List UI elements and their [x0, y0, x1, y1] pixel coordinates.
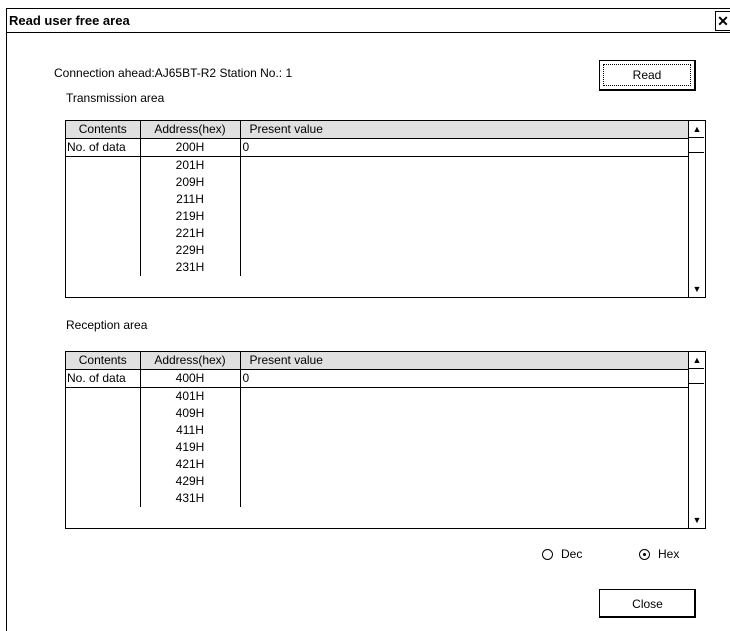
table-row[interactable]: 429H	[66, 473, 690, 490]
cell-address: 401H	[140, 387, 241, 405]
cell-contents	[66, 490, 141, 507]
cell-address: 429H	[140, 473, 241, 490]
cell-present-value[interactable]	[240, 157, 690, 175]
cell-address: 219H	[140, 208, 241, 225]
cell-contents	[66, 191, 141, 208]
cell-present-value[interactable]	[240, 259, 690, 276]
cell-present-value[interactable]	[240, 208, 690, 225]
cell-contents	[66, 259, 141, 276]
table-row[interactable]: 221H	[66, 225, 690, 242]
cell-address: 411H	[140, 422, 241, 439]
table-row[interactable]: 401H	[66, 387, 690, 406]
cell-contents	[66, 405, 141, 422]
cell-contents	[66, 422, 141, 439]
cell-address: 201H	[140, 156, 241, 174]
cell-address: 229H	[140, 242, 241, 259]
radio-hex-icon[interactable]	[639, 548, 650, 560]
table-row[interactable]: 229H	[66, 242, 690, 259]
reception-scrollbar[interactable]: ▲ ▼	[688, 352, 705, 528]
column-header-present-value: Present value	[240, 121, 690, 139]
transmission-scrollbar[interactable]: ▲ ▼	[688, 121, 705, 297]
cell-address: 221H	[140, 225, 241, 242]
column-header-address: Address(hex)	[140, 121, 241, 139]
table-row[interactable]: 419H	[66, 439, 690, 456]
title-bar: Read user free area ✕	[7, 9, 730, 33]
read-button[interactable]: Read	[599, 60, 696, 91]
cell-present-value[interactable]	[240, 422, 690, 439]
scroll-up-icon[interactable]: ▲	[689, 121, 705, 137]
reception-area-label: Reception area	[66, 318, 148, 332]
radio-dec-icon[interactable]	[542, 548, 553, 560]
transmission-grid[interactable]: Contents Address(hex) Present value No. …	[65, 120, 706, 298]
close-button-label: Close	[632, 596, 663, 611]
cell-contents	[66, 242, 141, 259]
cell-contents	[66, 456, 141, 473]
cell-present-value[interactable]	[240, 405, 690, 422]
transmission-area-label: Transmission area	[66, 91, 165, 105]
cell-address: 200H	[140, 138, 241, 157]
close-button[interactable]: Close	[599, 589, 696, 618]
scroll-thumb[interactable]	[689, 368, 704, 384]
cell-address: 409H	[140, 405, 241, 422]
table-row[interactable]: 431H	[66, 490, 690, 507]
scroll-down-icon[interactable]: ▼	[689, 281, 705, 297]
cell-present-value[interactable]	[240, 456, 690, 473]
cell-present-value[interactable]	[240, 473, 690, 490]
cell-present-value[interactable]	[240, 439, 690, 456]
cell-contents	[66, 439, 141, 456]
cell-present-value[interactable]	[240, 225, 690, 242]
table-row[interactable]: 231H	[66, 259, 690, 276]
cell-contents	[66, 473, 141, 490]
table-row[interactable]: No. of data 400H 0	[66, 369, 690, 388]
cell-address: 231H	[140, 259, 241, 276]
cell-address: 431H	[140, 490, 241, 507]
cell-present-value[interactable]	[240, 191, 690, 208]
connection-label: Connection ahead:AJ65BT-R2 Station No.: …	[54, 66, 293, 80]
radio-dec[interactable]: Dec	[542, 547, 582, 561]
table-row[interactable]: 411H	[66, 422, 690, 439]
cell-address: 419H	[140, 439, 241, 456]
scroll-up-icon[interactable]: ▲	[689, 352, 705, 368]
table-row[interactable]: 209H	[66, 174, 690, 191]
cell-contents	[66, 174, 141, 191]
read-user-free-area-dialog: Read user free area ✕ Connection ahead:A…	[6, 8, 730, 631]
close-icon[interactable]: ✕	[715, 11, 730, 31]
cell-address: 211H	[140, 191, 241, 208]
cell-present-value[interactable]	[240, 242, 690, 259]
column-header-present-value: Present value	[240, 352, 690, 370]
table-row[interactable]: 201H	[66, 156, 690, 175]
radio-hex-label: Hex	[658, 547, 680, 561]
table-row[interactable]: 211H	[66, 191, 690, 208]
cell-address: 421H	[140, 456, 241, 473]
reception-grid[interactable]: Contents Address(hex) Present value No. …	[65, 351, 706, 529]
column-header-contents: Contents	[66, 352, 141, 370]
cell-contents: No. of data	[66, 369, 141, 388]
table-row[interactable]: 219H	[66, 208, 690, 225]
window-title: Read user free area	[9, 13, 130, 28]
cell-address: 400H	[140, 369, 241, 388]
cell-contents	[66, 156, 141, 174]
cell-present-value[interactable]: 0	[240, 369, 690, 388]
cell-contents: No. of data	[66, 138, 141, 157]
cell-contents	[66, 387, 141, 405]
radio-dec-label: Dec	[561, 547, 583, 561]
column-header-contents: Contents	[66, 121, 141, 139]
scroll-thumb[interactable]	[689, 137, 704, 153]
column-header-address: Address(hex)	[140, 352, 241, 370]
cell-address: 209H	[140, 174, 241, 191]
cell-contents	[66, 225, 141, 242]
cell-present-value[interactable]	[240, 174, 690, 191]
cell-present-value[interactable]	[240, 490, 690, 507]
radio-hex[interactable]: Hex	[639, 547, 679, 561]
cell-present-value[interactable]: 0	[240, 138, 690, 157]
table-row[interactable]: No. of data 200H 0	[66, 138, 690, 157]
cell-present-value[interactable]	[240, 388, 690, 406]
read-button-label: Read	[632, 68, 662, 82]
table-row[interactable]: 421H	[66, 456, 690, 473]
table-row[interactable]: 409H	[66, 405, 690, 422]
scroll-down-icon[interactable]: ▼	[689, 512, 705, 528]
cell-contents	[66, 208, 141, 225]
